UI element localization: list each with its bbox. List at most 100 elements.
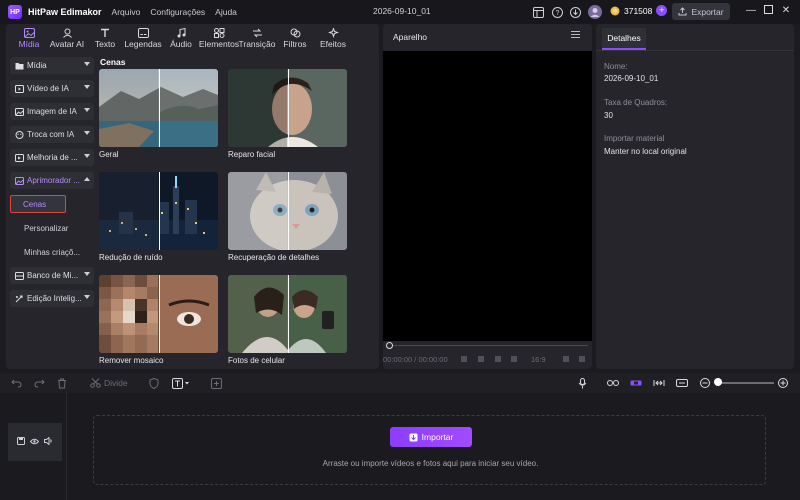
media-drop-zone[interactable]: Importar Arraste ou importe vídeos e fot… [93,415,766,485]
scene-thumbnail-fotos-celular[interactable] [228,275,347,353]
image-enhancer-icon [14,176,24,186]
zoom-slider-handle[interactable] [714,378,722,386]
title-bar: HP HitPaw Edimakor Arquivo Configurações… [0,0,800,24]
project-title: 2026-09-10_01 [373,6,431,16]
chevron-down-icon [84,131,90,135]
snapshot-icon[interactable] [563,356,569,362]
stop-icon[interactable] [511,356,517,362]
player-menu-icon[interactable] [571,31,580,40]
tool-tabs: Mídia Avatar AI Texto Legendas Áudio Ele… [6,24,379,51]
preview-screen[interactable] [383,51,592,341]
trim-icon[interactable] [653,377,665,389]
tab-elementos[interactable]: Elementos [199,24,239,51]
next-frame-icon[interactable] [495,356,501,362]
close-icon[interactable]: ✕ [780,5,792,17]
scene-thumbnail-reparo-facial[interactable] [228,69,347,147]
zoom-in-icon[interactable] [777,377,789,389]
avatar[interactable] [588,5,602,19]
fps-value: 30 [604,111,613,120]
sidebar-item-edicao-inteligente[interactable]: Edição Intelig... [10,290,94,307]
sidebar-subitem-cenas[interactable]: Cenas [10,195,66,213]
tab-efeitos[interactable]: Efeitos [314,24,352,51]
undo-icon[interactable] [10,377,22,389]
play-icon[interactable] [478,356,484,362]
folder-icon [14,61,24,71]
chevron-down-icon [84,108,90,112]
save-track-icon[interactable] [16,437,25,447]
thumbnail-label: Fotos de celular [228,356,285,365]
magnet-icon[interactable] [630,377,642,389]
text-tool-icon[interactable] [172,377,190,389]
sidebar-subitem-minhas-criacoes[interactable]: Minhas criaçõ... [10,243,94,261]
export-icon [678,7,687,16]
add-coins-button[interactable]: + [656,5,668,16]
sidebar-item-melhoria[interactable]: Melhoria de ... [10,149,94,166]
thumbnail-label: Redução de ruído [99,253,163,262]
aspect-ratio[interactable]: 16:9 [531,355,546,364]
microphone-icon[interactable] [576,377,588,389]
import-button[interactable]: Importar [390,427,472,447]
shield-icon[interactable] [148,377,160,389]
tab-transicao[interactable]: Transição [238,24,276,51]
fullscreen-icon[interactable] [579,356,585,362]
menu-ajuda[interactable]: Ajuda [215,7,237,17]
tab-audio[interactable]: Áudio [162,24,200,51]
sidebar-item-midia[interactable]: Mídia [10,57,94,74]
app-name: HitPaw Edimakor [28,7,102,17]
download-icon[interactable] [568,5,582,19]
tab-legendas[interactable]: Legendas [124,24,162,51]
scene-thumbnail-geral[interactable] [99,69,218,147]
sidebar-item-aprimorador[interactable]: Aprimorador ... [10,172,94,189]
minimize-icon[interactable]: — [745,5,757,17]
tab-avatar-ai[interactable]: Avatar AI [48,24,86,51]
scene-thumbnail-remover-mosaico[interactable] [99,275,218,353]
link-icon[interactable] [607,377,619,389]
sidebar-item-imagem-ia[interactable]: Imagem de IA [10,103,94,120]
zoom-out-icon[interactable] [699,377,711,389]
track-divider [66,393,67,500]
track-header [8,423,62,461]
transition-icon [252,27,263,39]
sidebar-subitem-personalizar[interactable]: Personalizar [10,219,94,237]
menu-arquivo[interactable]: Arquivo [112,7,141,17]
face-swap-icon [14,130,24,140]
scrubber-handle[interactable] [386,342,393,349]
visibility-icon[interactable] [29,437,40,447]
sidebar-item-video-ia[interactable]: Vídeo de IA [10,80,94,97]
stock-media-icon [14,271,24,281]
layout-icon[interactable] [531,5,545,19]
timeline: Importar Arraste ou importe vídeos e fot… [0,393,800,500]
menu-configuracoes[interactable]: Configurações [150,7,205,17]
tab-midia[interactable]: Mídia [10,24,48,51]
tab-filtros[interactable]: Filtros [276,24,314,51]
sidebar-item-troca-ia[interactable]: Troca com IA [10,126,94,143]
svg-text:?: ? [555,10,559,17]
coin-count: 371508 [624,5,653,16]
media-panel: Mídia Avatar AI Texto Legendas Áudio Ele… [6,24,379,369]
delete-icon[interactable] [56,377,68,389]
help-icon[interactable]: ? [550,5,564,19]
export-button[interactable]: Exportar [672,3,730,20]
split-label[interactable]: Divide [104,378,128,388]
thumbnail-label: Geral [99,150,119,159]
media-sidebar: Mídia Vídeo de IA Imagem de IA Troca com… [10,57,94,313]
volume-icon[interactable] [44,436,53,447]
thumbnail-label: Remover mosaico [99,356,164,365]
split-icon[interactable] [89,377,101,389]
audio-icon [176,27,187,39]
divider [596,50,794,51]
fit-timeline-icon[interactable] [676,377,688,389]
subtitles-icon [137,27,149,39]
add-media-icon[interactable] [210,377,222,389]
tab-detalhes[interactable]: Detalhes [602,28,646,50]
previous-frame-icon[interactable] [461,356,467,362]
playback-scrubber[interactable] [388,345,588,346]
tab-texto[interactable]: Texto [86,24,124,51]
zoom-slider[interactable] [718,382,774,384]
preview-player: Aparelho 00:00:00 / 00:00:00 16:9 [383,24,592,369]
sidebar-item-banco-midia[interactable]: Banco de Mi... [10,267,94,284]
maximize-icon[interactable] [762,5,774,17]
redo-icon[interactable] [33,377,45,389]
scene-thumbnail-recuperacao-detalhes[interactable] [228,172,347,250]
scene-thumbnail-reducao-ruido[interactable] [99,172,218,250]
